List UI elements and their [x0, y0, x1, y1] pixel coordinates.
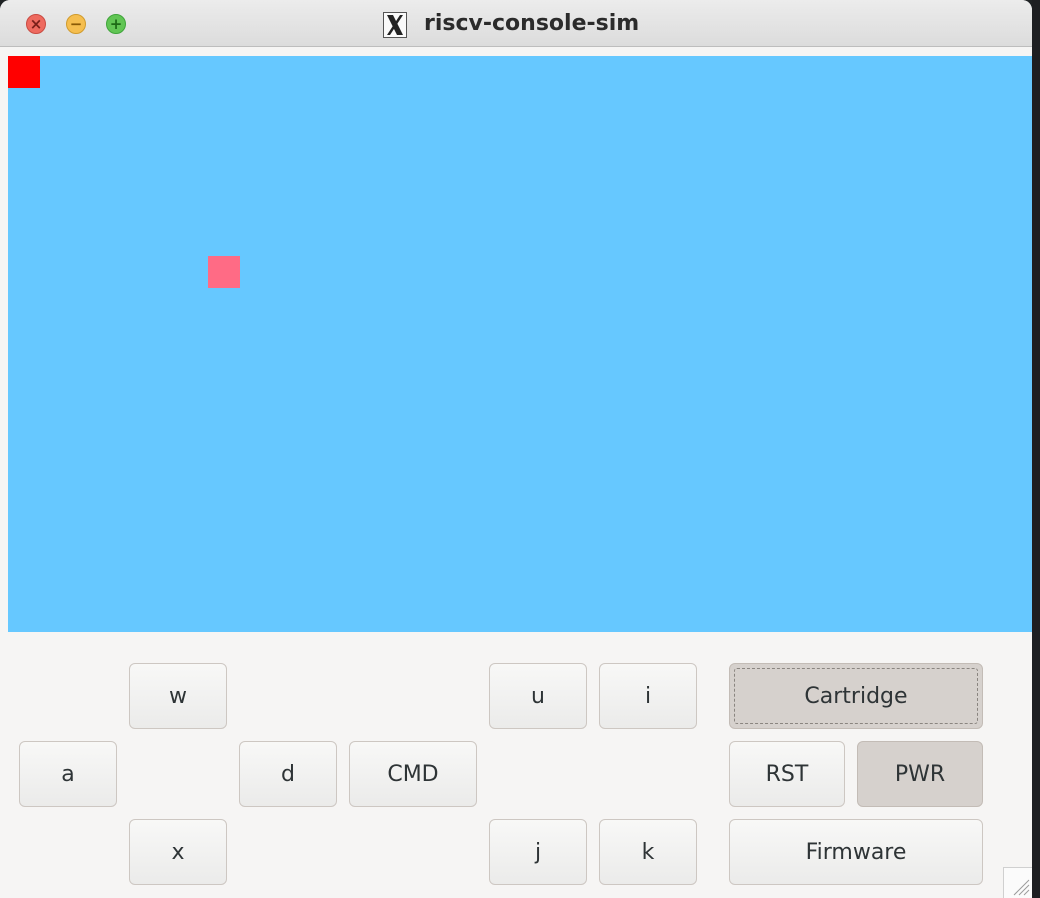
minimize-icon[interactable]: − [66, 14, 86, 34]
red-sprite [8, 56, 40, 88]
firmware-button[interactable]: Firmware [729, 819, 983, 885]
window-title: riscv-console-sim [424, 11, 640, 36]
rst-button[interactable]: RST [729, 741, 845, 807]
cartridge-button[interactable]: Cartridge [729, 663, 983, 729]
pink-sprite [208, 256, 240, 288]
i-button[interactable]: i [599, 663, 697, 729]
cmd-button[interactable]: CMD [349, 741, 477, 807]
pwr-button[interactable]: PWR [857, 741, 983, 807]
console-screen [8, 56, 1032, 632]
w-button[interactable]: w [129, 663, 227, 729]
j-button[interactable]: j [489, 819, 587, 885]
titlebar[interactable]: × − + riscv-console-sim [0, 0, 1032, 47]
menu-strip [0, 47, 1032, 56]
maximize-icon[interactable]: + [106, 14, 126, 34]
u-button[interactable]: u [489, 663, 587, 729]
x-button[interactable]: x [129, 819, 227, 885]
a-button[interactable]: a [19, 741, 117, 807]
d-button[interactable]: d [239, 741, 337, 807]
app-window: × − + riscv-console-sim w a d x CMD u i … [0, 0, 1032, 898]
close-icon[interactable]: × [26, 14, 46, 34]
x11-app-icon [383, 12, 407, 38]
background-terminal [1032, 0, 1040, 898]
resize-grip-icon[interactable] [1003, 867, 1032, 898]
k-button[interactable]: k [599, 819, 697, 885]
control-panel: w a d x CMD u i j k Cartridge RST PWR Fi… [0, 632, 1032, 898]
